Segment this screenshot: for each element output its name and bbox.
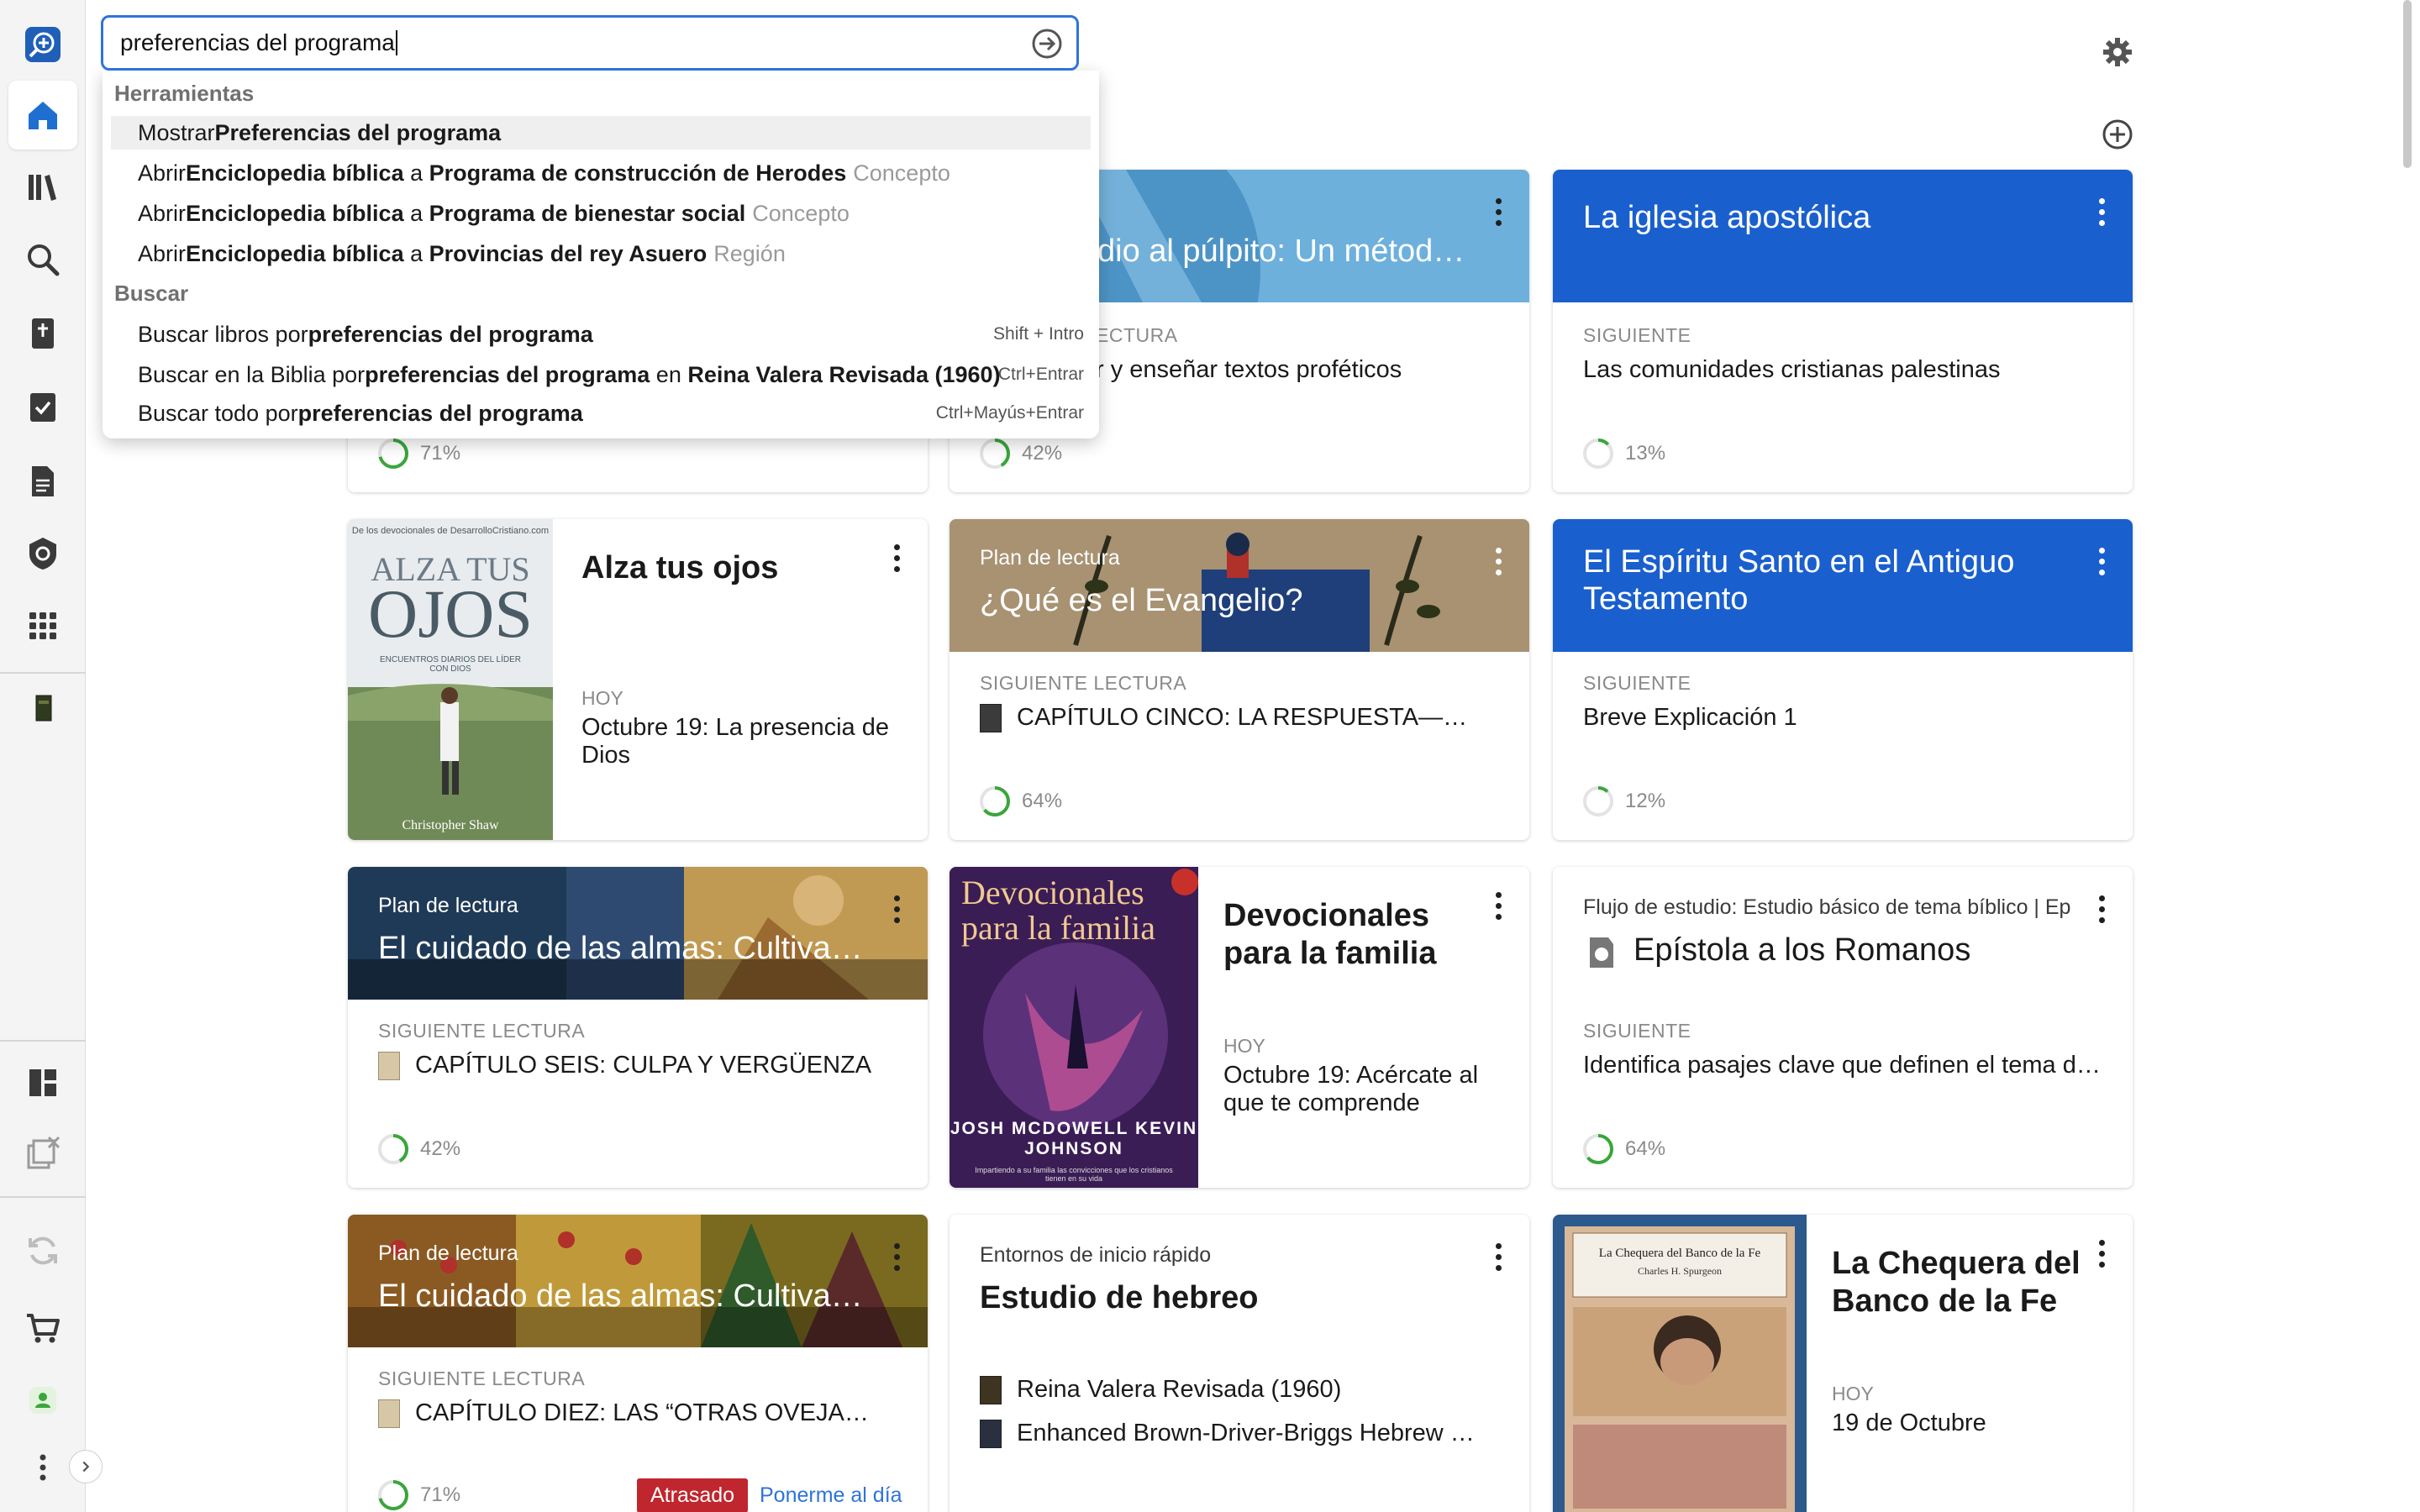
suggestion-search-books[interactable]: Buscar libros por preferencias del progr…	[111, 318, 1091, 351]
add-card-icon[interactable]	[2101, 118, 2134, 151]
card-menu-icon[interactable]	[2089, 892, 2114, 926]
card-menu-icon[interactable]	[884, 1240, 909, 1273]
book-thumbnail-icon	[980, 1376, 1002, 1405]
library-icon[interactable]	[8, 153, 77, 222]
suggestion-open-encyclopedia[interactable]: Abrir Enciclopedia bíblica a Programa de…	[111, 197, 1091, 230]
progress-indicator: 42%	[376, 1132, 460, 1166]
card-menu-icon[interactable]	[1486, 544, 1511, 578]
search-suggestions-dropdown: Herramientas Mostrar Preferencias del pr…	[103, 71, 1099, 438]
section-header-tools: Herramientas	[114, 81, 255, 106]
document-icon[interactable]	[8, 447, 77, 516]
search-input-text: preferencias del programa	[120, 29, 395, 55]
user-avatar-icon[interactable]	[8, 1366, 77, 1435]
shortcut-label: Ctrl+Entrar	[997, 365, 1084, 384]
shortcut-label: Ctrl+Mayús+Entrar	[935, 403, 1084, 423]
suggestion-show-preferences[interactable]: Mostrar Preferencias del programa	[111, 116, 1091, 150]
card-title: El cuidado de las almas: Cultivan…	[378, 931, 869, 966]
card-title: La Chequera del Banco de la Fe	[1832, 1246, 2081, 1319]
reading-plan-card[interactable]: El Espíritu Santo en el Antiguo Testamen…	[1553, 519, 2133, 840]
page-scrollbar[interactable]	[2403, 0, 2412, 168]
devotional-card[interactable]: La Chequera del Banco de la Fe Charles H…	[1553, 1215, 2133, 1512]
more-menu-icon[interactable]	[8, 1433, 77, 1502]
progress-indicator: 13%	[1581, 437, 1665, 470]
progress-indicator: 71%	[376, 1478, 460, 1512]
card-banner-image: Plan de lectura El cuidado de las almas:…	[348, 1215, 928, 1347]
quick-start-layout-card[interactable]: Entornos de inicio rápido Estudio de heb…	[950, 1215, 1529, 1512]
book-cover: De los devocionales de DesarrolloCristia…	[348, 519, 553, 840]
apps-grid-icon[interactable]	[8, 591, 77, 660]
study-topic-icon	[1583, 934, 1617, 971]
card-title: Devocionales para la familia	[1223, 898, 1437, 971]
card-title: Alza tus ojos	[581, 550, 779, 585]
progress-indicator: 12%	[1581, 785, 1665, 818]
card-title: El cuidado de las almas: Cultivan…	[378, 1278, 869, 1314]
suggestion-search-all[interactable]: Buscar todo por preferencias del program…	[111, 396, 1091, 430]
card-title: dio al púlpito: Un método…	[1097, 234, 1470, 269]
card-title: El Espíritu Santo en el Antiguo Testamen…	[1583, 544, 2015, 617]
catch-up-link[interactable]: Ponerme al día	[760, 1483, 902, 1508]
card-banner: La iglesia apostólica	[1553, 170, 2133, 302]
card-menu-icon[interactable]	[2089, 195, 2114, 228]
layouts-icon[interactable]	[8, 1048, 77, 1117]
search-icon[interactable]	[8, 225, 77, 294]
sync-icon[interactable]	[8, 1216, 77, 1285]
close-all-panels-icon[interactable]	[8, 1119, 77, 1188]
book-cover: Devocionales para la familia JOSH MCDOWE…	[950, 867, 1198, 1188]
book-thumbnail-icon	[980, 1420, 1002, 1449]
study-flow-card[interactable]: Flujo de estudio: Estudio básico de tema…	[1553, 867, 2133, 1188]
book-thumbnail-icon	[378, 1052, 400, 1081]
card-title: La iglesia apostólica	[1583, 200, 1871, 235]
reading-plan-icon[interactable]	[8, 373, 77, 442]
card-menu-icon[interactable]	[884, 541, 909, 575]
factbook-icon[interactable]	[8, 519, 77, 588]
sidebar-expand-icon[interactable]	[69, 1450, 103, 1483]
card-banner-image: Plan de lectura El cuidado de las almas:…	[348, 867, 928, 1000]
layout-resource-item[interactable]: Enhanced Brown-Driver-Briggs Hebrew an…	[980, 1420, 1479, 1449]
cart-icon[interactable]	[8, 1294, 77, 1362]
reading-plan-card[interactable]: Plan de lectura El cuidado de las almas:…	[348, 1215, 928, 1512]
devotional-card[interactable]: Devocionales para la familia JOSH MCDOWE…	[950, 867, 1529, 1188]
home-icon[interactable]	[8, 81, 77, 150]
card-menu-icon[interactable]	[1486, 195, 1511, 228]
reading-plan-card[interactable]: Plan de lectura El cuidado de las almas:…	[348, 867, 928, 1188]
bible-icon[interactable]	[8, 299, 77, 368]
suggestion-open-encyclopedia[interactable]: Abrir Enciclopedia bíblica a Provincias …	[111, 237, 1091, 270]
card-title: ¿Qué es el Evangelio?	[980, 583, 1303, 618]
reading-plan-card[interactable]: Plan de lectura ¿Qué es el Evangelio? SI…	[950, 519, 1529, 840]
reading-plan-card[interactable]: La iglesia apostólica SIGUIENTE Las comu…	[1553, 170, 2133, 492]
card-menu-icon[interactable]	[884, 892, 909, 926]
suggestion-search-bible[interactable]: Buscar en la Biblia por preferencias del…	[111, 358, 1091, 391]
shortcut-label: Shift + Intro	[993, 324, 1084, 344]
card-banner-image: Plan de lectura ¿Qué es el Evangelio?	[950, 519, 1529, 652]
section-header-search: Buscar	[114, 281, 189, 306]
book-cover: La Chequera del Banco de la Fe Charles H…	[1553, 1215, 1807, 1512]
progress-indicator: 42%	[978, 437, 1062, 470]
progress-indicator: 71%	[376, 437, 460, 470]
card-menu-icon[interactable]	[2089, 544, 2114, 578]
suggestion-open-encyclopedia[interactable]: Abrir Enciclopedia bíblica a Programa de…	[111, 156, 1091, 190]
card-title: Estudio de hebreo	[980, 1280, 1259, 1315]
card-title: Epístola a los Romanos	[1634, 932, 1971, 968]
search-input[interactable]: preferencias del programa	[101, 15, 1079, 71]
search-go-icon[interactable]	[1031, 28, 1063, 60]
book-thumbnail-icon	[378, 1399, 400, 1429]
gear-icon[interactable]	[2101, 35, 2134, 69]
card-menu-icon[interactable]	[1486, 1240, 1511, 1273]
book-thumbnail-icon	[980, 704, 1002, 733]
open-book-thumbnail-icon[interactable]	[8, 674, 77, 743]
card-banner: El Espíritu Santo en el Antiguo Testamen…	[1553, 519, 2133, 652]
layout-resource-item[interactable]: Reina Valera Revisada (1960)	[980, 1376, 1504, 1405]
devotional-card[interactable]: De los devocionales de DesarrolloCristia…	[348, 519, 928, 840]
logos-logo-icon[interactable]	[8, 10, 77, 79]
progress-indicator: 64%	[978, 785, 1062, 818]
progress-indicator: 64%	[1581, 1132, 1665, 1166]
sidebar	[0, 0, 86, 1512]
overdue-badge: Atrasado	[637, 1478, 749, 1512]
